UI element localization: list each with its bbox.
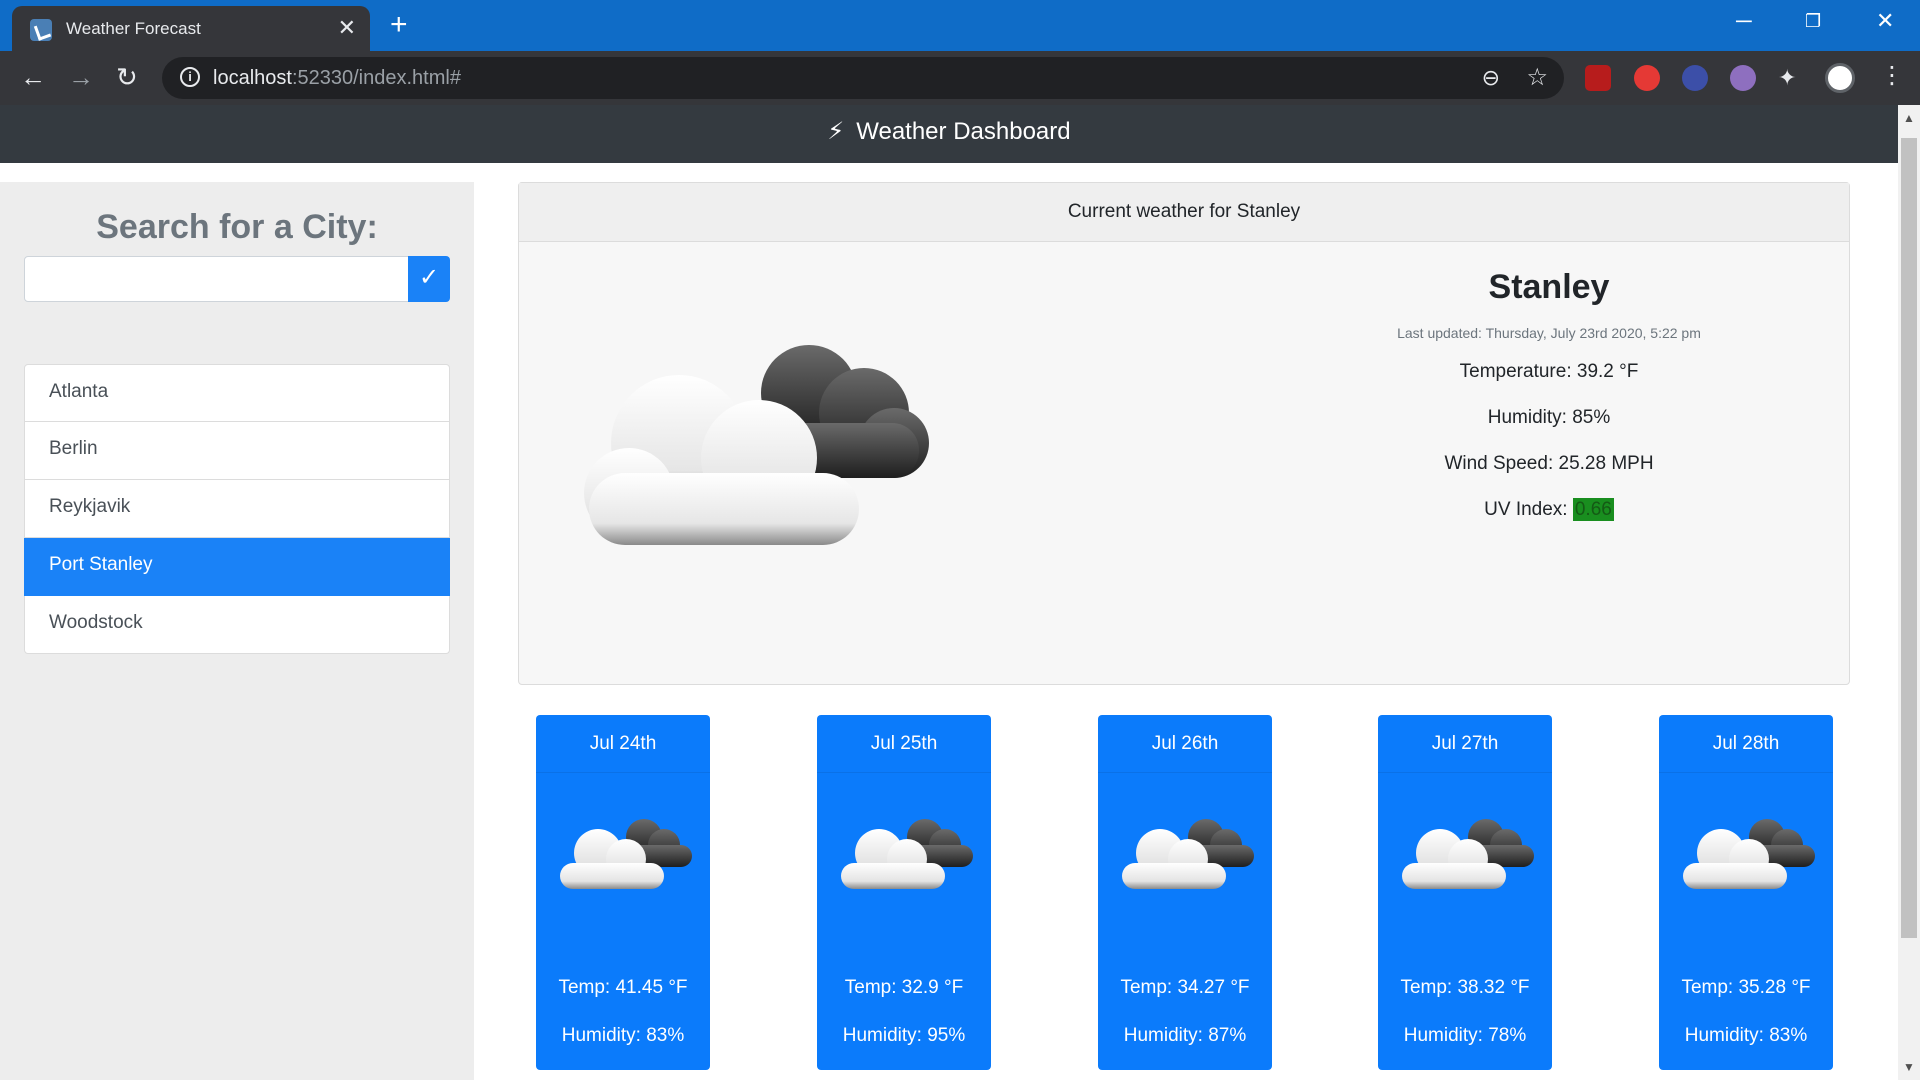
restore-icon[interactable]: ❐ (1805, 11, 1821, 32)
forecast-date: Jul 27th (1378, 715, 1552, 773)
checkmark-icon: ✓ (418, 264, 440, 291)
extensions-puzzle-icon[interactable]: ✦ (1778, 65, 1804, 91)
forecast-date: Jul 26th (1098, 715, 1272, 773)
forecast-card: Jul 27th Temp: 38.32 °F Humidity: 78% (1378, 715, 1552, 1070)
reload-icon[interactable]: ↻ (116, 62, 138, 93)
city-history-list: Atlanta Berlin Reykjavik Port Stanley Wo… (24, 364, 450, 654)
forecast-date: Jul 28th (1659, 715, 1833, 773)
forecast-temp: Temp: 34.27 °F (1120, 977, 1250, 998)
city-search-input[interactable] (24, 256, 409, 302)
forecast-temp: Temp: 32.9 °F (844, 977, 964, 998)
current-weather-details: Stanley Last updated: Thursday, July 23r… (1259, 268, 1839, 545)
close-tab-icon[interactable]: ✕ (338, 15, 356, 41)
address-bar[interactable]: i localhost:52330/index.html# ⊖ ☆ (162, 57, 1564, 99)
site-info-icon[interactable]: i (180, 67, 200, 87)
app-navbar: ⚡ Weather Dashboard (0, 105, 1898, 163)
zoom-icon[interactable]: ⊖ (1482, 65, 1500, 91)
tab-title: Weather Forecast (66, 19, 201, 38)
cloudy-icon (841, 819, 973, 889)
cloudy-icon (1683, 819, 1815, 889)
minimize-icon[interactable]: ─ (1736, 8, 1752, 34)
pdf-extension-icon[interactable] (1585, 65, 1611, 91)
cloudy-icon (1122, 819, 1254, 889)
uv-index-label: UV Index: (1484, 499, 1568, 520)
forecast-humidity: Humidity: 83% (1684, 1025, 1808, 1046)
forward-icon[interactable]: → (68, 62, 94, 93)
new-tab-icon[interactable]: + (390, 8, 408, 42)
bookmark-star-icon[interactable]: ☆ (1526, 63, 1548, 92)
city-list-item[interactable]: Atlanta (24, 364, 450, 422)
search-sidebar: Search for a City: ✓ Atlanta Berlin Reyk… (0, 182, 474, 1080)
uv-index-row: UV Index: 0.66 (1259, 498, 1839, 521)
glasses-extension-icon[interactable] (1730, 65, 1756, 91)
browser-menu-icon[interactable]: ⋮ (1880, 61, 1904, 90)
scroll-down-icon[interactable]: ▼ (1903, 1060, 1915, 1074)
browser-tab-strip: Weather Forecast ✕ + ─ ❐ ✕ (0, 0, 1920, 51)
forecast-humidity: Humidity: 78% (1403, 1025, 1527, 1046)
temperature-text: Temperature: 39.2 °F (1459, 361, 1639, 382)
forecast-temp: Temp: 41.45 °F (558, 977, 688, 998)
forecast-date: Jul 24th (536, 715, 710, 773)
forecast-temp: Temp: 35.28 °F (1681, 977, 1811, 998)
uv-index-badge: 0.66 (1572, 498, 1614, 521)
forecast-humidity: Humidity: 87% (1123, 1025, 1247, 1046)
forecast-humidity: Humidity: 95% (842, 1025, 966, 1046)
close-window-icon[interactable]: ✕ (1876, 8, 1894, 34)
search-heading: Search for a City: (96, 208, 378, 246)
search-submit-button[interactable]: ✓ (408, 256, 450, 302)
current-city-name: Stanley (1488, 268, 1610, 306)
block-extension-icon[interactable] (1682, 65, 1708, 91)
cloudy-icon (1402, 819, 1534, 889)
browser-toolbar: ← → ↻ i localhost:52330/index.html# ⊖ ☆ … (0, 51, 1920, 105)
humidity-text: Humidity: 85% (1487, 407, 1611, 428)
city-list-item[interactable]: Reykjavik (24, 480, 450, 538)
last-updated-text: Last updated: Thursday, July 23rd 2020, … (1397, 325, 1701, 341)
wind-speed-text: Wind Speed: 25.28 MPH (1444, 453, 1654, 474)
stop-extension-icon[interactable] (1634, 65, 1660, 91)
scrollbar-thumb[interactable] (1901, 138, 1917, 938)
forecast-card: Jul 28th Temp: 35.28 °F Humidity: 83% (1659, 715, 1833, 1070)
site-favicon-icon (30, 19, 52, 41)
city-list-item-active[interactable]: Port Stanley (24, 538, 450, 596)
city-list-item[interactable]: Woodstock (24, 596, 450, 654)
back-icon[interactable]: ← (20, 62, 46, 93)
browser-tab[interactable]: Weather Forecast ✕ (12, 6, 370, 51)
app-brand[interactable]: ⚡ Weather Dashboard (827, 117, 1070, 146)
forecast-date: Jul 25th (817, 715, 991, 773)
page-scrollbar[interactable]: ▲ ▼ (1898, 105, 1920, 1080)
forecast-humidity: Humidity: 83% (561, 1025, 685, 1046)
current-weather-card: Current weather for Stanley Stanley Last (518, 182, 1850, 685)
cloudy-icon (560, 819, 692, 889)
forecast-card: Jul 26th Temp: 34.27 °F Humidity: 87% (1098, 715, 1272, 1070)
scroll-up-icon[interactable]: ▲ (1903, 111, 1915, 125)
url-text[interactable]: localhost:52330/index.html# (213, 67, 461, 90)
current-weather-header: Current weather for Stanley (519, 183, 1849, 242)
profile-avatar[interactable] (1825, 63, 1855, 93)
lightning-bolt-icon: ⚡ (827, 118, 845, 145)
forecast-card: Jul 25th Temp: 32.9 °F Humidity: 95% (817, 715, 991, 1070)
city-list-item[interactable]: Berlin (24, 422, 450, 480)
forecast-card: Jul 24th Temp: 41.45 °F Humidity: 83% (536, 715, 710, 1070)
cloudy-icon (584, 345, 929, 545)
forecast-temp: Temp: 38.32 °F (1400, 977, 1530, 998)
page-viewport: ⚡ Weather Dashboard Search for a City: ✓ … (0, 105, 1898, 1080)
